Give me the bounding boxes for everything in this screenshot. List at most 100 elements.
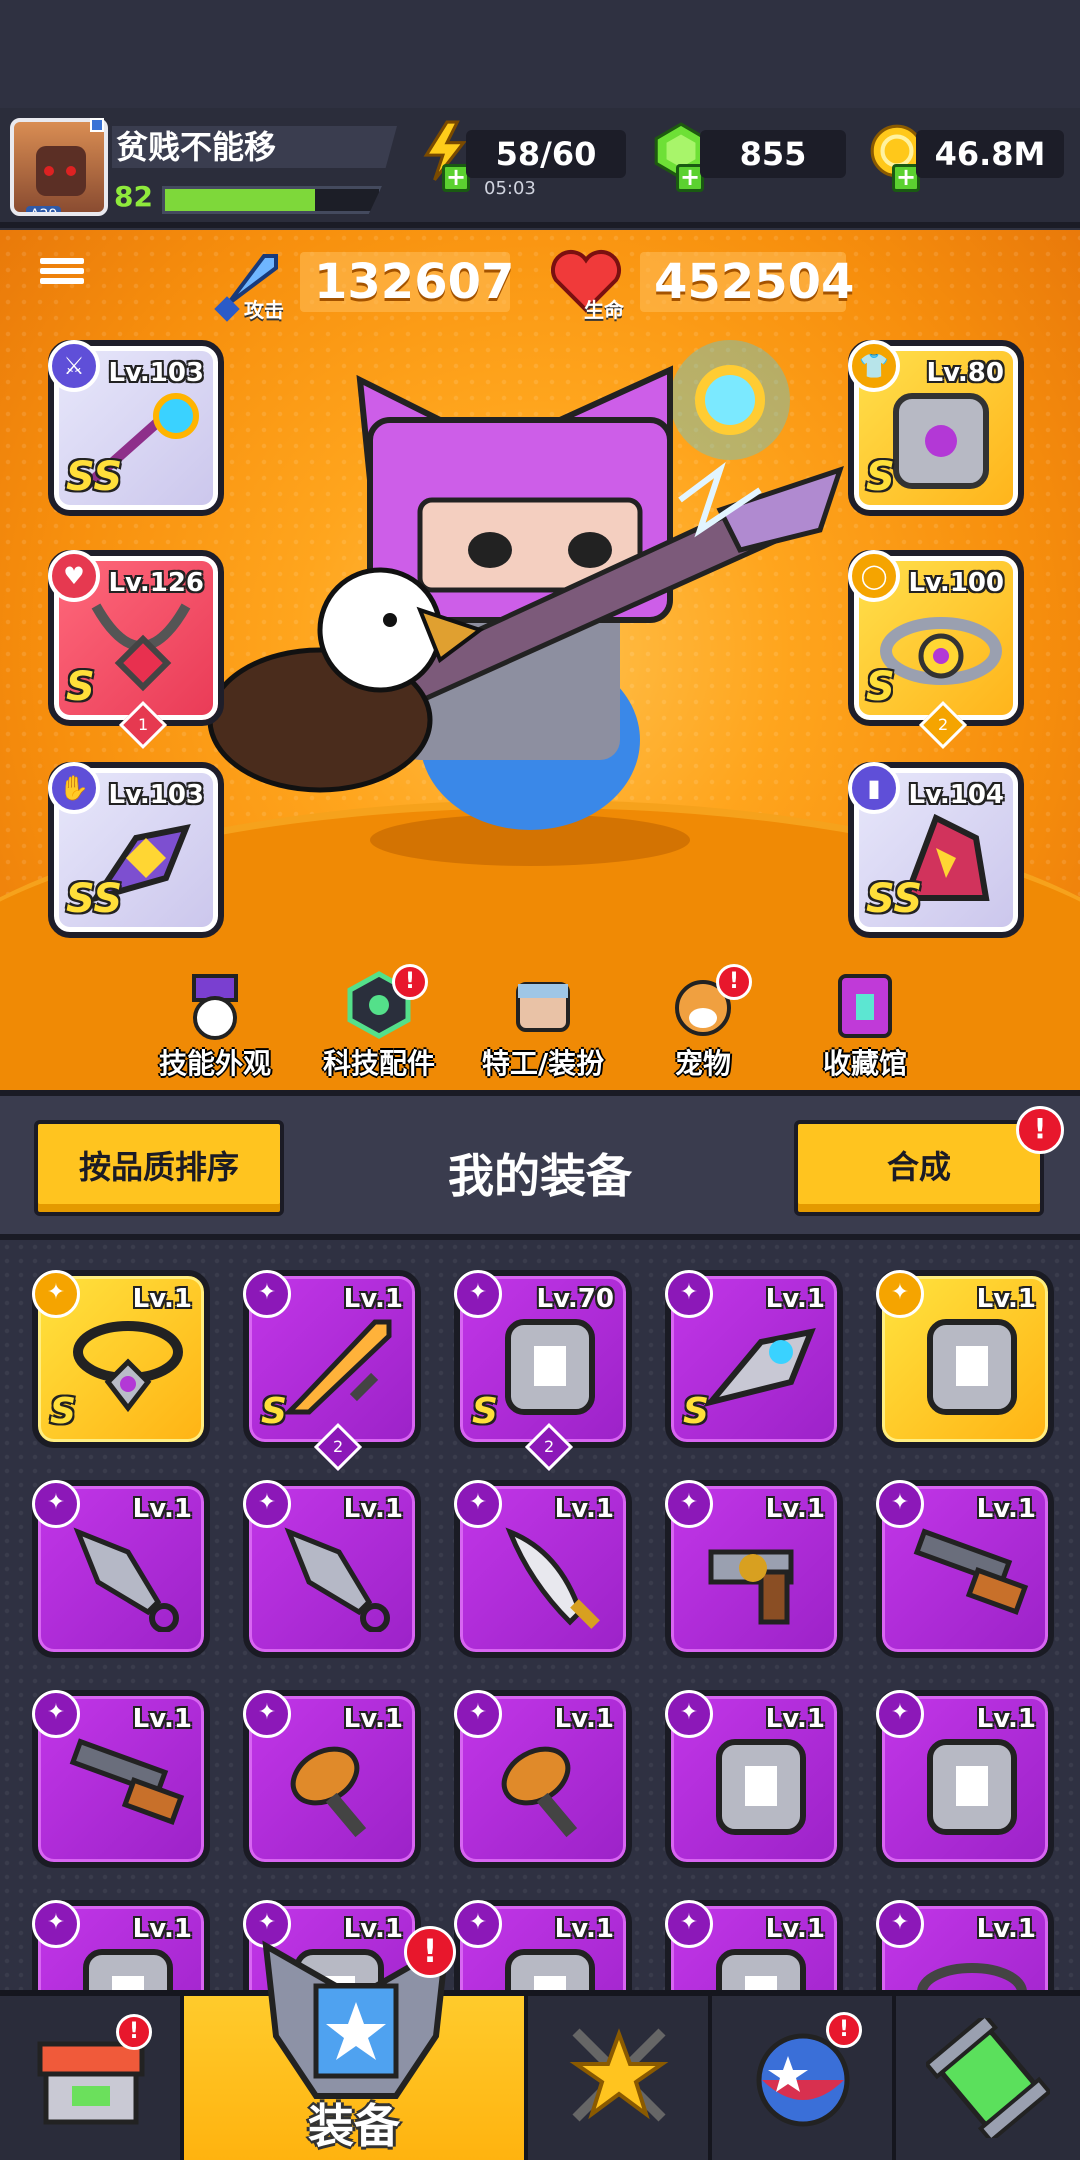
feature-tech-parts[interactable]: ! 科技配件 bbox=[304, 964, 454, 1082]
armor-icon bbox=[893, 393, 989, 489]
item-type-icon: ✦ bbox=[454, 1690, 502, 1738]
equipment-alert-badge: ! bbox=[404, 1926, 456, 1978]
equip-slot-boots[interactable]: ▮ Lv.104 SS bbox=[848, 762, 1024, 938]
inventory-item[interactable]: ✦ Lv.1 bbox=[665, 1480, 843, 1658]
armor-icon bbox=[505, 1949, 595, 1990]
item-level: Lv.1 bbox=[976, 1704, 1036, 1734]
inventory-item[interactable]: ✦ Lv.1 bbox=[876, 1690, 1054, 1868]
item-type-icon: ✦ bbox=[876, 1270, 924, 1318]
dog-icon: ! bbox=[668, 964, 752, 1040]
item-type-icon: ✦ bbox=[665, 1900, 713, 1948]
item-level: Lv.1 bbox=[765, 1914, 825, 1944]
feature-label: 科技配件 bbox=[322, 1047, 435, 1080]
item-type-icon: ✦ bbox=[32, 1690, 80, 1738]
inventory-item[interactable]: ✦ Lv.1 bbox=[665, 1900, 843, 1990]
equip-slot-belt[interactable]: ◯ Lv.100 S 2 bbox=[848, 550, 1024, 750]
feature-skill-skins[interactable]: 技能外观 bbox=[140, 970, 290, 1082]
inventory-item[interactable]: ✦ Lv.1 bbox=[32, 1480, 210, 1658]
gem-count: 855 bbox=[700, 130, 846, 178]
inventory-item[interactable]: ✦ Lv.1 bbox=[243, 1480, 421, 1658]
inventory-item[interactable]: ✦ Lv.70 S 2 bbox=[454, 1270, 632, 1472]
energy-count: 58/60 bbox=[466, 130, 626, 178]
coin-count: 46.8M bbox=[916, 130, 1064, 178]
merge-button[interactable]: 合成 bbox=[794, 1120, 1044, 1216]
item-type-icon: ✦ bbox=[454, 1480, 502, 1528]
item-type-icon: ✦ bbox=[665, 1480, 713, 1528]
item-level: Lv.1 bbox=[554, 1704, 614, 1734]
machete-icon bbox=[505, 1527, 600, 1629]
avatar-frame-icon bbox=[90, 118, 104, 132]
item-type-icon: ✦ bbox=[32, 1900, 80, 1948]
belt-type-icon: ◯ bbox=[848, 550, 900, 602]
inventory-item[interactable]: ✦ Lv.1 bbox=[665, 1690, 843, 1868]
equip-grade: SS bbox=[66, 454, 123, 500]
inventory-item[interactable]: ✦ Lv.1 bbox=[32, 1900, 210, 1990]
inventory-grid: ✦ Lv.1 S ✦ Lv.1 S 2 ✦ Lv.70 S 2 ✦ Lv.1 S ✦ Lv.1 ✦ Lv.1 ✦ Lv… bbox=[0, 1240, 1080, 1990]
equip-grade: SS bbox=[866, 876, 923, 922]
item-level: Lv.1 bbox=[976, 1284, 1036, 1314]
star-swords-icon bbox=[569, 2028, 669, 2122]
feature-label: 特工/装扮 bbox=[481, 1047, 605, 1080]
nav-evolution[interactable] bbox=[896, 1996, 1080, 2160]
armor-type-icon: 👕 bbox=[848, 340, 900, 392]
armor-icon bbox=[716, 1949, 806, 1990]
feature-collection[interactable]: 收藏馆 bbox=[790, 970, 940, 1082]
armor-icon bbox=[83, 1949, 173, 1990]
shotgun-icon bbox=[69, 1738, 185, 1825]
equip-slot-weapon[interactable]: ⚔ Lv.103 SS bbox=[48, 340, 224, 516]
item-grade: S bbox=[472, 1391, 498, 1432]
agent-head-icon bbox=[508, 970, 578, 1040]
item-level: Lv.1 bbox=[765, 1704, 825, 1734]
inventory-item[interactable]: ✦ Lv.1 bbox=[454, 1480, 632, 1658]
inventory-item[interactable]: ✦ Lv.1 bbox=[876, 1480, 1054, 1658]
item-level: Lv.1 bbox=[343, 1494, 403, 1524]
belt-icon bbox=[880, 617, 1002, 685]
item-level: Lv.1 bbox=[554, 1494, 614, 1524]
item-grade: S bbox=[50, 1391, 76, 1432]
sword-icon bbox=[282, 1319, 392, 1415]
game-screen: A29 贫贱不能移 82 + 58/60 05:03 + 855 + 46.8M bbox=[0, 0, 1080, 2160]
glove-icon bbox=[702, 1327, 816, 1408]
avatar-tag: A29 bbox=[26, 206, 62, 212]
item-type-icon: ✦ bbox=[876, 1690, 924, 1738]
nav-battle[interactable] bbox=[528, 1996, 712, 2160]
top-bar: A29 贫贱不能移 82 + 58/60 05:03 + 855 + 46.8M bbox=[0, 108, 1080, 228]
feature-pets[interactable]: ! 宠物 bbox=[628, 964, 778, 1082]
club-icon bbox=[501, 1746, 578, 1838]
inventory-item[interactable]: ✦ Lv.1 S 2 bbox=[243, 1270, 421, 1472]
inventory-item[interactable]: ✦ Lv.1 bbox=[243, 1690, 421, 1868]
equip-slot-necklace[interactable]: ♥ Lv.126 S 1 bbox=[48, 550, 224, 750]
item-level: Lv.70 bbox=[536, 1284, 614, 1314]
equip-grade: SS bbox=[66, 876, 123, 922]
shotgun-icon bbox=[913, 1528, 1029, 1615]
equip-level: Lv.126 bbox=[108, 568, 204, 598]
armor-icon bbox=[927, 1319, 1017, 1415]
player-level: 82 bbox=[114, 180, 153, 213]
tech-hex-icon: ! bbox=[344, 964, 428, 1040]
nav-shop[interactable]: ! bbox=[0, 1996, 184, 2160]
necklace-type-icon: ♥ bbox=[48, 550, 100, 602]
item-type-icon: ✦ bbox=[243, 1690, 291, 1738]
nav-events[interactable]: ! bbox=[712, 1996, 896, 2160]
player-avatar[interactable]: A29 bbox=[10, 118, 108, 216]
inventory-item[interactable]: ✦ Lv.1 bbox=[876, 1270, 1054, 1448]
inventory-item[interactable]: ✦ Lv.1 bbox=[454, 1900, 632, 1990]
inventory-item[interactable]: ✦ Lv.1 bbox=[454, 1690, 632, 1868]
xp-fill bbox=[165, 189, 315, 211]
equip-slot-armor[interactable]: 👕 Lv.80 S bbox=[848, 340, 1024, 516]
menu-list-icon[interactable] bbox=[40, 254, 84, 298]
armor-icon bbox=[716, 1739, 806, 1835]
inventory-item[interactable]: ✦ Lv.1 bbox=[32, 1690, 210, 1868]
club-icon bbox=[290, 1746, 367, 1838]
equipment-panel-header: 按品质排序 我的装备 合成 ! bbox=[0, 1090, 1080, 1240]
inventory-item[interactable]: ✦ Lv.1 S bbox=[32, 1270, 210, 1448]
alert-badge: ! bbox=[392, 964, 428, 1000]
inventory-item[interactable]: ✦ Lv.1 bbox=[876, 1900, 1054, 1990]
item-level: Lv.1 bbox=[132, 1914, 192, 1944]
feature-agent-outfit[interactable]: 特工/装扮 bbox=[468, 970, 618, 1082]
item-type-icon: ✦ bbox=[876, 1900, 924, 1948]
inventory-item[interactable]: ✦ Lv.1 S bbox=[665, 1270, 843, 1448]
item-level: Lv.1 bbox=[554, 1914, 614, 1944]
equip-slot-gloves[interactable]: ✋ Lv.103 SS bbox=[48, 762, 224, 938]
equip-level: Lv.80 bbox=[926, 358, 1004, 388]
